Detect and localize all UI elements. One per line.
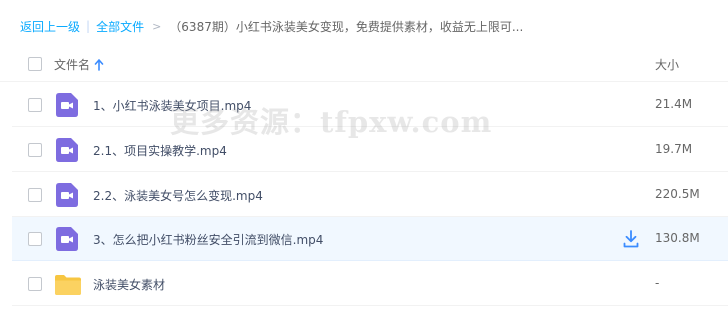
file-row[interactable]: 3、怎么把小红书粉丝安全引流到微信.mp4 130.8M (12, 217, 728, 261)
column-header-name-label: 文件名 (54, 58, 91, 72)
file-name[interactable]: 1、小红书泳装美女项目.mp4 (93, 97, 251, 114)
row-checkbox[interactable] (28, 98, 42, 112)
file-name[interactable]: 2.1、项目实操教学.mp4 (93, 142, 227, 159)
breadcrumb: 返回上一级 | 全部文件 > （6387期）小红书泳装美女变现，免费提供素材，收… (20, 18, 523, 34)
file-size: 21.4M (655, 97, 693, 111)
folder-name[interactable]: 泳装美女素材 (93, 276, 165, 293)
column-header-name[interactable]: 文件名 (54, 56, 104, 73)
video-file-icon (56, 227, 78, 251)
file-name[interactable]: 3、怎么把小红书粉丝安全引流到微信.mp4 (93, 231, 323, 248)
current-folder-title: （6387期）小红书泳装美女变现，免费提供素材，收益无上限可... (169, 19, 524, 34)
breadcrumb-arrow: > (152, 19, 162, 33)
select-all-checkbox[interactable] (28, 57, 42, 71)
column-header-size[interactable]: 大小 (655, 56, 679, 73)
file-row[interactable]: 2.1、项目实操教学.mp4 19.7M (12, 128, 728, 172)
file-row[interactable]: 2.2、泳装美女号怎么变现.mp4 220.5M (12, 173, 728, 217)
folder-icon (55, 275, 81, 295)
file-size: - (655, 276, 660, 290)
breadcrumb-separator: | (86, 19, 91, 33)
file-row[interactable]: 1、小红书泳装美女项目.mp4 21.4M (12, 83, 728, 127)
video-file-icon (56, 138, 78, 162)
file-size: 19.7M (655, 142, 693, 156)
row-checkbox[interactable] (28, 232, 42, 246)
file-name[interactable]: 2.2、泳装美女号怎么变现.mp4 (93, 187, 263, 204)
back-link[interactable]: 返回上一级 (20, 18, 80, 35)
file-list-header: 文件名 大小 (0, 44, 728, 82)
row-checkbox[interactable] (28, 188, 42, 202)
video-file-icon (56, 183, 78, 207)
download-icon[interactable] (623, 230, 639, 248)
file-size: 220.5M (655, 187, 700, 201)
folder-row[interactable]: 泳装美女素材 - (12, 262, 728, 306)
row-checkbox[interactable] (28, 143, 42, 157)
arrow-up-icon (94, 58, 104, 71)
video-file-icon (56, 93, 78, 117)
row-checkbox[interactable] (28, 277, 42, 291)
file-size: 130.8M (655, 231, 700, 245)
all-files-link[interactable]: 全部文件 (96, 18, 144, 35)
